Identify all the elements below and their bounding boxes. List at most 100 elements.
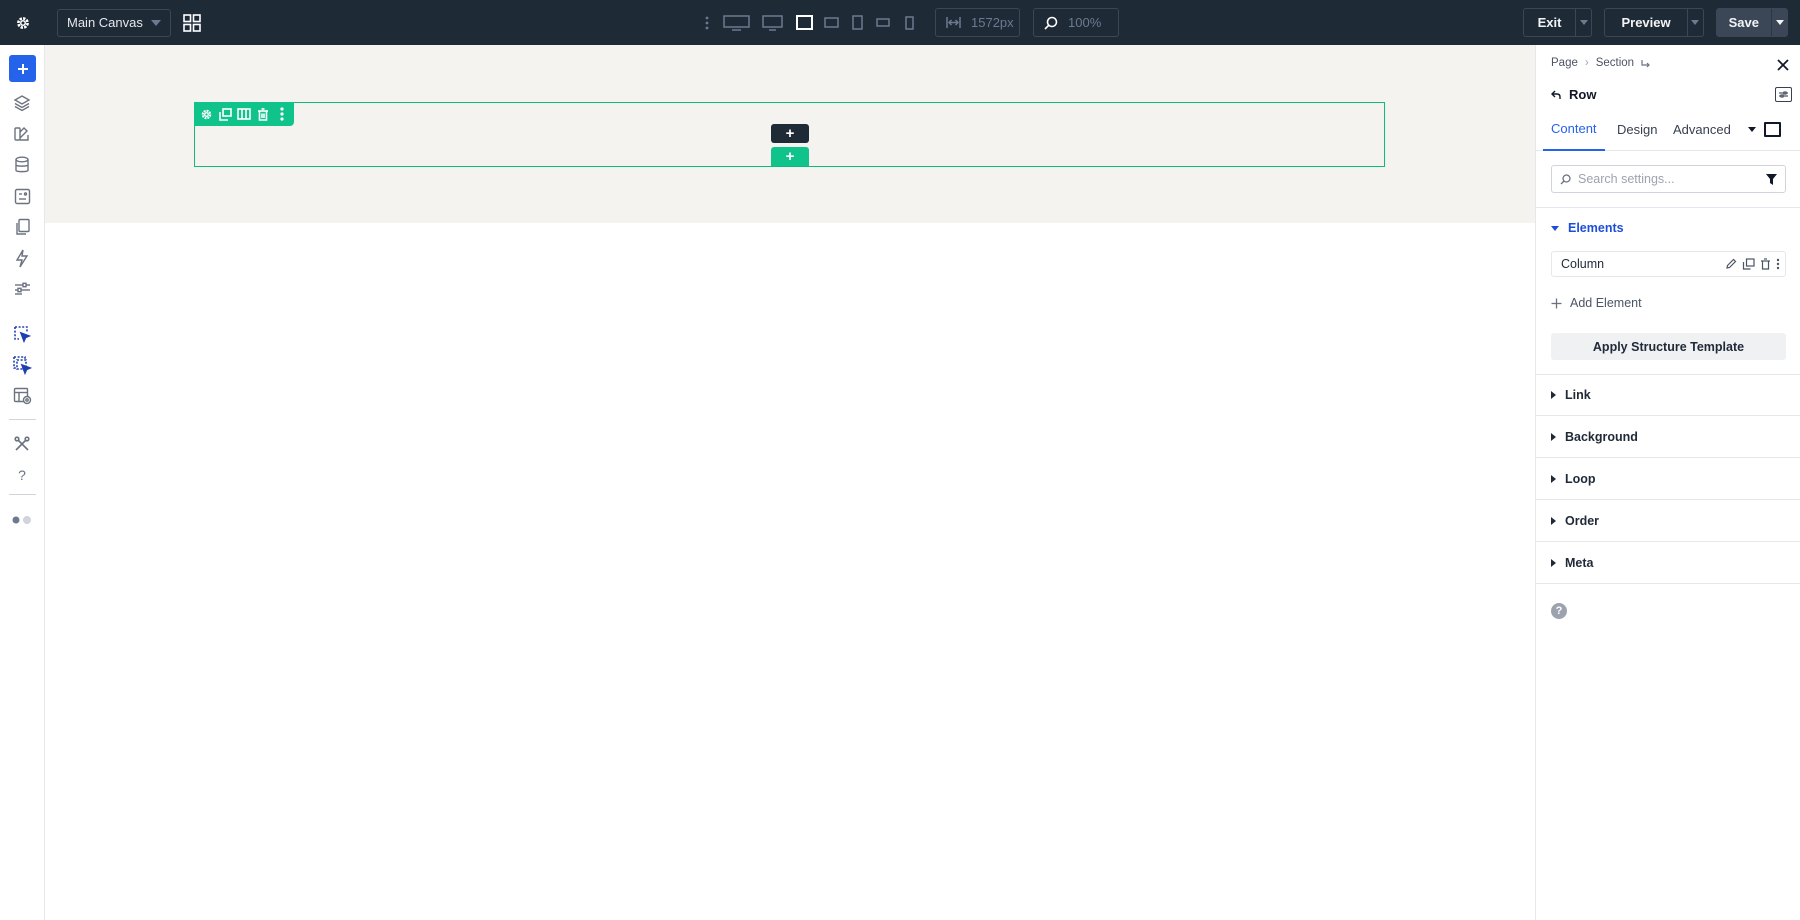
sidebar-divider (9, 494, 36, 495)
close-icon[interactable] (1774, 56, 1792, 74)
device-switcher (696, 0, 922, 45)
more-dots-icon[interactable] (1776, 258, 1780, 270)
column-item-label: Column (1561, 257, 1605, 271)
theme-toggle-icon[interactable] (10, 508, 34, 532)
plus-icon: + (785, 125, 795, 142)
phone-landscape-icon[interactable] (870, 0, 896, 45)
duplicate-icon[interactable] (1742, 258, 1755, 270)
lightning-icon[interactable] (10, 246, 34, 270)
canvas-width-field[interactable]: 1572px (935, 8, 1020, 37)
caret-down-icon (1551, 225, 1559, 231)
group-loop[interactable]: Loop (1551, 472, 1596, 486)
group-order[interactable]: Order (1551, 514, 1599, 528)
column-list-item[interactable]: Column (1551, 251, 1786, 277)
panel-options-icon[interactable] (1775, 87, 1792, 102)
zoom-field[interactable]: 100% (1033, 8, 1119, 37)
help-question-icon[interactable]: ? (10, 463, 34, 487)
builder-canvas: + + (45, 45, 1535, 920)
add-element-label: Add Element (1570, 296, 1642, 310)
tools-icon[interactable] (10, 432, 34, 456)
group-order-label: Order (1565, 514, 1600, 528)
breadcrumb-section[interactable]: Section (1596, 57, 1634, 69)
save-button[interactable]: Save (1715, 8, 1788, 37)
delete-trash-icon[interactable] (1760, 258, 1771, 270)
tab-content[interactable]: Content (1543, 107, 1605, 151)
multi-select-cursor-icon[interactable] (10, 353, 34, 377)
row-settings-gear-icon[interactable] (198, 105, 214, 123)
row-duplicate-icon[interactable] (217, 105, 233, 123)
sliders-icon[interactable] (10, 277, 34, 301)
breadcrumb: Page › Section (1551, 57, 1650, 69)
row-columns-icon[interactable] (236, 105, 252, 123)
caret-right-icon (1551, 517, 1556, 525)
layout-grid-icon[interactable] (181, 12, 203, 34)
group-background-label: Background (1565, 430, 1638, 444)
exit-label: Exit (1537, 15, 1562, 30)
row-more-dots-icon[interactable] (274, 105, 290, 123)
save-label: Save (1728, 15, 1759, 30)
breadcrumb-page[interactable]: Page (1551, 57, 1578, 69)
database-icon[interactable] (10, 153, 34, 177)
chevron-down-icon (151, 19, 161, 26)
add-plus-icon[interactable] (9, 55, 36, 82)
preview-dropdown-icon[interactable] (1686, 9, 1703, 36)
presets-icon[interactable] (10, 122, 34, 146)
settings-gear-icon[interactable] (0, 0, 45, 45)
canvas-select[interactable]: Main Canvas (57, 8, 171, 37)
plus-icon: + (785, 148, 795, 165)
add-row-button[interactable]: + (771, 147, 809, 166)
layers-icon[interactable] (10, 91, 34, 115)
preview-button[interactable]: Preview (1604, 8, 1704, 37)
tabs-more-chevron-icon[interactable] (1748, 107, 1756, 151)
group-meta-label: Meta (1565, 556, 1594, 570)
laptop-icon[interactable] (790, 0, 818, 45)
phone-portrait-icon[interactable] (896, 0, 922, 45)
plus-icon (1551, 298, 1562, 308)
desktop-icon[interactable] (754, 0, 790, 45)
group-elements-label: Elements (1568, 221, 1624, 235)
back-arrow-icon[interactable] (1551, 90, 1561, 100)
desktop-wide-icon[interactable] (718, 0, 754, 45)
group-link[interactable]: Link (1551, 388, 1591, 402)
row-delete-trash-icon[interactable] (255, 105, 271, 123)
row-toolbar (194, 102, 294, 126)
group-loop-label: Loop (1565, 472, 1596, 486)
group-link-label: Link (1565, 388, 1591, 402)
group-elements[interactable]: Elements (1551, 221, 1624, 235)
tab-advanced[interactable]: Advanced (1670, 107, 1734, 151)
template-icon[interactable] (10, 184, 34, 208)
caret-right-icon (1551, 475, 1556, 483)
add-element-button[interactable]: Add Element (1551, 296, 1642, 310)
panel-divider (1536, 541, 1800, 542)
group-meta[interactable]: Meta (1551, 556, 1593, 570)
exit-dropdown-icon[interactable] (1575, 9, 1591, 36)
tablet-landscape-icon[interactable] (818, 0, 844, 45)
exit-button[interactable]: Exit (1522, 8, 1593, 37)
element-title-label: Row (1569, 87, 1597, 102)
caret-right-icon (1551, 433, 1556, 441)
search-icon (1560, 173, 1571, 184)
wireframe-toggle-icon[interactable] (1764, 107, 1781, 151)
group-background[interactable]: Background (1551, 430, 1638, 444)
zoom-search-icon (1044, 16, 1058, 30)
save-dropdown-icon[interactable] (1771, 9, 1787, 36)
add-column-button[interactable]: + (771, 124, 809, 143)
panel-divider (1536, 374, 1800, 375)
caret-right-icon (1551, 391, 1556, 399)
help-question-icon[interactable]: ? (1551, 603, 1567, 619)
select-cursor-icon[interactable] (10, 322, 34, 346)
edit-pencil-icon[interactable] (1725, 258, 1737, 270)
tab-design[interactable]: Design (1614, 107, 1660, 151)
panel-divider (1536, 415, 1800, 416)
canvas-width-value: 1572px (971, 15, 1014, 30)
tablet-portrait-icon[interactable] (844, 0, 870, 45)
column-item-actions (1725, 258, 1785, 270)
apply-structure-template-button[interactable]: Apply Structure Template (1551, 333, 1786, 360)
page-settings-icon[interactable] (10, 384, 34, 408)
sidebar-divider (9, 419, 36, 420)
settings-search-input[interactable]: Search settings... (1551, 165, 1786, 193)
search-placeholder: Search settings... (1578, 172, 1675, 186)
filter-icon[interactable] (1766, 173, 1777, 185)
pages-icon[interactable] (10, 215, 34, 239)
more-dots-icon[interactable] (696, 0, 718, 45)
